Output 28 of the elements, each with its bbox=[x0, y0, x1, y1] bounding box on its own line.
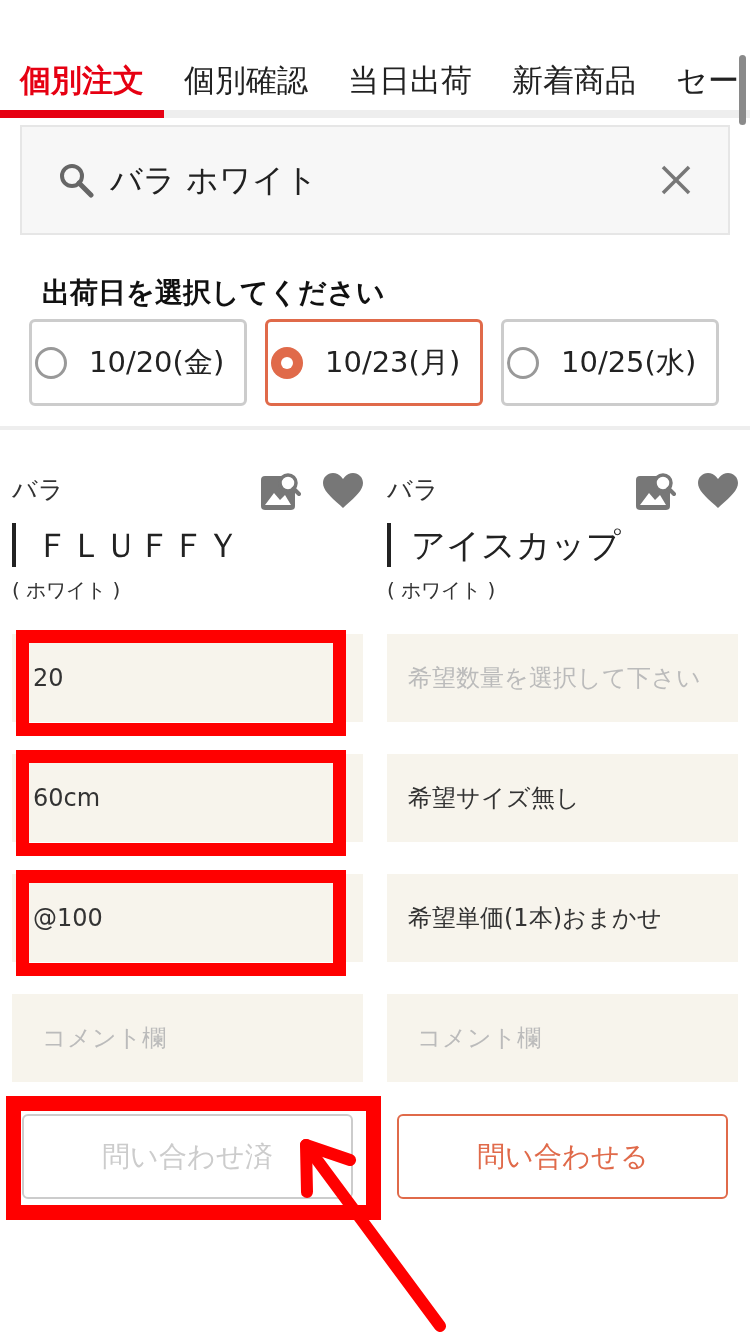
category-label: バラ bbox=[387, 474, 439, 507]
select-field[interactable]: 希望数量を選択して下さい bbox=[387, 634, 738, 722]
section-heading: 出荷日を選択してください bbox=[42, 275, 385, 311]
select-field[interactable]: 希望サイズ無し bbox=[387, 754, 738, 842]
comment-field[interactable]: コメント欄 bbox=[12, 994, 363, 1082]
radio-icon bbox=[35, 346, 67, 379]
product-name: ＦＬＵＦＦＹ bbox=[12, 523, 240, 567]
date-option[interactable]: 10/25(水) bbox=[501, 319, 719, 406]
heart-icon[interactable] bbox=[698, 472, 738, 508]
scrollbar-thumb bbox=[739, 55, 746, 125]
select-field[interactable]: 希望単価(1本)おまかせ bbox=[387, 874, 738, 962]
date-option[interactable]: 10/20(金) bbox=[29, 319, 247, 406]
image-search-icon[interactable] bbox=[261, 470, 301, 510]
date-option[interactable]: 10/23(月) bbox=[265, 319, 483, 406]
search-field[interactable]: バラ ホワイト bbox=[20, 125, 730, 235]
search-input[interactable]: バラ ホワイト bbox=[110, 156, 644, 204]
search-icon bbox=[58, 162, 94, 198]
category-label: バラ bbox=[12, 474, 64, 507]
color-label: ( ホワイト ) bbox=[387, 577, 496, 603]
tab[interactable]: 個別注文 bbox=[0, 58, 164, 118]
clear-icon[interactable] bbox=[660, 164, 692, 196]
heart-icon[interactable] bbox=[323, 472, 363, 508]
radio-icon bbox=[507, 346, 539, 379]
comment-field[interactable]: コメント欄 bbox=[387, 994, 738, 1082]
product-name: アイスカップ bbox=[387, 523, 621, 567]
radio-icon bbox=[271, 346, 303, 379]
color-label: ( ホワイト ) bbox=[12, 577, 121, 603]
image-search-icon[interactable] bbox=[636, 470, 676, 510]
